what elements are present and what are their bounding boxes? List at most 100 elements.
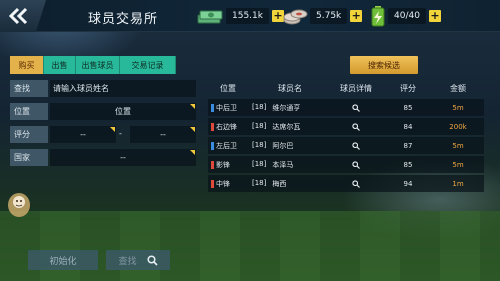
magnifier-icon[interactable]: [352, 160, 360, 169]
row-position: 中后卫: [208, 103, 252, 113]
tab-trade-record[interactable]: 交易记录: [120, 56, 176, 74]
energy-value: 40/40: [388, 8, 426, 24]
row-position-text: 右边锋: [216, 122, 237, 131]
coin-value: 5.75k: [310, 8, 348, 24]
find-button[interactable]: 查找: [106, 250, 170, 270]
row-position: 中锋: [208, 179, 252, 189]
position-color-marker: [211, 103, 214, 112]
top-bar: 球员交易所 155.1k + 5.75k + 40/40 +: [0, 0, 500, 32]
row-player-name: 阿尔巴: [272, 141, 294, 150]
row-amount: 5m: [452, 160, 464, 169]
header-position: 位置: [220, 84, 236, 93]
table-header: 位置 球员名 球员详情 评分 金额: [208, 80, 484, 97]
row-amount: 5m: [452, 141, 464, 150]
row-level: [18]: [252, 121, 267, 130]
row-amount: 200k: [449, 122, 467, 131]
table-row[interactable]: 影锋 [18] 本泽马 85 5m: [208, 156, 484, 173]
table-row[interactable]: 左后卫 [18] 阿尔巴 87 5m: [208, 137, 484, 154]
position-label: 位置: [10, 103, 48, 120]
header-player-name: 球员名: [278, 84, 302, 93]
country-dropdown-value: --: [120, 153, 126, 162]
rating-separator: -: [119, 129, 122, 138]
header-rating: 评分: [400, 84, 416, 93]
position-color-marker: [211, 141, 214, 150]
reset-button[interactable]: 初始化: [28, 250, 98, 270]
table-row[interactable]: 右边锋 [18] 达席尔瓦 84 200k: [208, 118, 484, 135]
row-player-name: 梅西: [272, 179, 287, 188]
player-table: 位置 球员名 球员详情 评分 金额 中后卫 [18] 维尔通亨 85 5m 右边锋 [18]…: [208, 80, 484, 192]
player-name-input[interactable]: 请输入球员姓名: [50, 80, 196, 97]
row-player-name: 本泽马: [272, 160, 294, 169]
dropdown-corner-icon: [190, 150, 195, 155]
row-rating: 84: [403, 122, 413, 131]
back-button[interactable]: [0, 0, 46, 32]
table-row[interactable]: 中锋 [18] 梅西 94 1m: [208, 175, 484, 192]
cash-stack-icon: [197, 10, 223, 24]
row-detail: [328, 179, 384, 188]
filter-row-rating: 评分 -- - --: [10, 126, 196, 143]
row-detail: [328, 160, 384, 169]
position-color-marker: [211, 179, 214, 188]
position-dropdown-value: 位置: [115, 107, 131, 116]
row-amount: 5m: [452, 103, 464, 112]
row-position: 右边锋: [208, 122, 252, 132]
filter-row-position: 位置 位置: [10, 103, 196, 120]
row-player-name: 维尔通亨: [272, 103, 301, 112]
position-color-marker: [211, 160, 214, 169]
row-level: [18]: [252, 140, 267, 149]
row-player-name: 达席尔瓦: [272, 122, 301, 131]
filter-row-search: 查找 请输入球员姓名: [10, 80, 196, 97]
row-position: 左后卫: [208, 141, 252, 151]
row-detail: [328, 141, 384, 150]
row-level: [18]: [252, 102, 267, 111]
row-position-text: 影锋: [216, 160, 230, 169]
magnifier-icon[interactable]: [352, 179, 360, 188]
rating-max-value: --: [160, 130, 166, 139]
row-position-text: 中后卫: [216, 103, 237, 112]
country-dropdown[interactable]: --: [50, 149, 196, 166]
magnifier-icon[interactable]: [352, 141, 360, 150]
tab-sell[interactable]: 出售: [44, 56, 76, 74]
tab-sell-player[interactable]: 出售球员: [76, 56, 120, 74]
rating-max-dropdown[interactable]: --: [130, 126, 196, 143]
row-position-text: 中锋: [216, 179, 230, 188]
row-amount: 1m: [452, 179, 464, 188]
filter-row-country: 国家 --: [10, 149, 196, 166]
dropdown-corner-icon: [190, 127, 195, 132]
rating-min-dropdown[interactable]: --: [50, 126, 116, 143]
row-player: [18] 本泽马: [252, 160, 328, 170]
row-player: [18] 梅西: [252, 179, 328, 189]
find-button-label: 查找: [118, 256, 137, 267]
market-tabs: 购买 出售 出售球员 交易记录: [10, 56, 176, 74]
magnifier-icon[interactable]: [352, 103, 360, 112]
magnifier-icon: [146, 254, 158, 266]
cash-resource: 155.1k +: [196, 5, 284, 27]
row-rating: 85: [403, 160, 413, 169]
row-level: [18]: [252, 159, 267, 168]
row-detail: [328, 122, 384, 131]
rating-min-value: --: [80, 130, 86, 139]
search-label: 查找: [10, 80, 48, 97]
mascot-icon[interactable]: [6, 188, 32, 218]
row-player: [18] 阿尔巴: [252, 141, 328, 151]
row-level: [18]: [252, 178, 267, 187]
header-player-detail: 球员详情: [340, 84, 372, 93]
tab-buy[interactable]: 购买: [10, 56, 44, 74]
page-title: 球员交易所: [88, 12, 159, 27]
coin-add-button[interactable]: +: [350, 10, 363, 22]
search-candidates-button[interactable]: 搜索候选: [350, 56, 418, 74]
battery-energy-icon: [371, 6, 385, 27]
table-row[interactable]: 中后卫 [18] 维尔通亨 85 5m: [208, 99, 484, 116]
cash-value: 155.1k: [226, 8, 269, 24]
dropdown-corner-icon: [110, 127, 115, 132]
energy-add-button[interactable]: +: [428, 10, 441, 22]
coin-stack-icon: [283, 9, 308, 25]
row-position-text: 左后卫: [216, 141, 237, 150]
header-amount: 金额: [450, 84, 466, 93]
position-dropdown[interactable]: 位置: [50, 103, 196, 120]
magnifier-icon[interactable]: [352, 122, 360, 131]
row-player: [18] 达席尔瓦: [252, 122, 328, 132]
rating-label: 评分: [10, 126, 48, 143]
row-position: 影锋: [208, 160, 252, 170]
coin-resource: 5.75k +: [282, 5, 363, 27]
